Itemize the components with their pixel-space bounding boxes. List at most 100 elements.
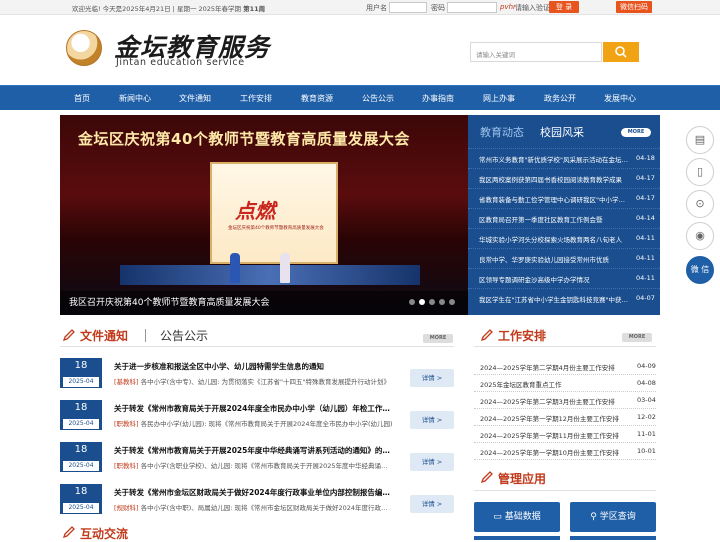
main-nav: 首页 新闻中心 文件通知 工作安排 教育资源 公告公示 办事指南 网上办事 政务… [0, 85, 720, 110]
list-item[interactable]: 我区学生在"江苏省中小学生金钥匙科技竞赛"中获佳绩 04-07 [468, 288, 660, 308]
docs-more-button[interactable]: MORE [423, 334, 453, 343]
banner-headline: 金坛区庆祝第40个教师节暨教育高质量发展大会 [78, 130, 410, 148]
detail-button[interactable]: 详情 > [410, 495, 454, 513]
nav-guide[interactable]: 办事指南 [416, 86, 460, 111]
date-badge: 18 2025-04 [60, 442, 102, 472]
nav-news[interactable]: 新闻中心 [113, 86, 157, 111]
pen-icon [62, 526, 75, 539]
nav-resources[interactable]: 教育资源 [295, 86, 339, 111]
wechat-scan-button[interactable]: 微信扫码 [616, 1, 652, 13]
banner-screen-subtitle: 金坛区庆祝第40个教师节暨教育高质量发展大会 [228, 226, 324, 231]
username-label: 用户名 [366, 4, 387, 12]
list-item[interactable]: 我区两校案例获第四届书香校园阅读教育教学成果 04-17 [468, 168, 660, 188]
mobile-icon[interactable]: ▯ [686, 158, 714, 186]
list-item[interactable]: 良常中学、华罗庚实验幼儿园接受常州市优质 04-11 [468, 248, 660, 268]
list-item[interactable]: 2024—2025学年第一学期12月份主要工作安排 12-02 [474, 409, 656, 426]
document-icon[interactable]: ▤ [686, 126, 714, 154]
nav-government[interactable]: 政务公开 [538, 86, 582, 111]
search-icon [615, 46, 627, 58]
doc-summary: [规财科] 各中小学(含中职)、局属幼儿园: 现将《常州市金坛区财政局关于做好2… [114, 504, 394, 512]
captcha-image[interactable]: pvhr [500, 3, 516, 11]
banner-carousel[interactable]: 金坛区庆祝第40个教师节暨教育高质量发展大会 点燃 金坛区庆祝第40个教师节暨教… [60, 115, 468, 315]
tab-divider [145, 329, 146, 342]
search-button[interactable] [603, 42, 639, 62]
doc-title[interactable]: 关于转发《常州市教育局关于开展2024年度全市民办中小学（幼儿园）年检工作的通知… [114, 403, 394, 414]
doc-summary: [基教科] 各中小学(含中专)、幼儿园: 为贯彻落实《江苏省"十四五"特殊教育发… [114, 378, 390, 386]
doc-title[interactable]: 关于转发《常州市教育局关于开展2025年度中华经典诵写讲系列活动的通知》的通知 [114, 445, 394, 456]
detail-button[interactable]: 详情 > [410, 369, 454, 387]
banner-host-left [230, 253, 240, 283]
tile-row-partial [474, 536, 560, 540]
list-item[interactable]: 2025年金坛区教育重点工作 04-08 [474, 375, 656, 392]
password-label: 密码 [431, 4, 445, 12]
doc-title[interactable]: 关于转发《常州市金坛区财政局关于做好2024年度行政事业单位内部控制报告编报工作… [114, 487, 394, 498]
list-item[interactable]: 2024—2025学年第一学期11月份主要工作安排 11-01 [474, 426, 656, 443]
carousel-dot[interactable] [439, 299, 445, 305]
list-item[interactable]: 区领导专题调研金沙高级中学办学情况 04-11 [468, 268, 660, 288]
nav-work[interactable]: 工作安排 [234, 86, 278, 111]
news-more-button[interactable]: MORE [621, 128, 651, 137]
logo-emblem-icon[interactable] [66, 30, 102, 66]
doc-title[interactable]: 关于进一步核准和报送全区中小学、幼儿园特需学生信息的通知 [114, 361, 394, 372]
banner-stage [120, 265, 420, 285]
pen-icon [480, 471, 493, 484]
basic-data-tile[interactable]: ▭ 基础数据 [474, 502, 560, 532]
password-input[interactable] [447, 2, 497, 13]
nav-notices[interactable]: 公告公示 [356, 86, 400, 111]
date-badge: 18 2025-04 [60, 358, 102, 388]
carousel-dot[interactable] [449, 299, 455, 305]
list-item[interactable]: 常州市义务教育"新优质学校"风采展示活动在金坛举行 04-18 [468, 148, 660, 168]
news-panel: 教育动态 校园风采 MORE 常州市义务教育"新优质学校"风采展示活动在金坛举行… [468, 115, 660, 315]
carousel-dot[interactable] [429, 299, 435, 305]
doc-summary: [职教科] 各中小学(含职业学校)、幼儿园: 现将《常州市教育局关于开展2025… [114, 462, 394, 470]
pen-icon [62, 329, 75, 342]
logo-subtitle: Jintan education service [116, 57, 245, 68]
login-button[interactable]: 登 录 [549, 1, 579, 13]
banner-caption[interactable]: 我区召开庆祝第40个教师节暨教育高质量发展大会 [69, 295, 269, 308]
tab-file-notices[interactable]: 文件通知 [80, 327, 128, 344]
school-district-label: 学区查询 [599, 512, 636, 522]
nav-development[interactable]: 发展中心 [598, 86, 642, 111]
nav-files[interactable]: 文件通知 [173, 86, 217, 111]
section-divider [474, 346, 656, 347]
tab-education-news[interactable]: 教育动态 [480, 124, 524, 140]
list-item[interactable]: 2024—2025学年第二学期3月份主要工作安排 03-04 [474, 392, 656, 409]
date-badge: 18 2025-04 [60, 400, 102, 430]
doc-summary: [职教科] 各民办中小学(幼儿园): 现将《常州市教育局关于开展2024年度全市… [114, 420, 393, 428]
carousel-dot[interactable] [409, 299, 415, 305]
tab-announcements[interactable]: 公告公示 [160, 327, 208, 344]
nav-home[interactable]: 首页 [60, 86, 104, 111]
banner-host-right [280, 253, 290, 283]
work-schedule-title[interactable]: 工作安排 [498, 327, 546, 344]
tab-campus[interactable]: 校园风采 [540, 124, 584, 140]
week-text: 第11周 [243, 5, 266, 13]
wechat-button[interactable]: 微 信 [686, 256, 714, 284]
banner-screen-title: 点燃 [235, 199, 275, 223]
carousel-dot-active[interactable] [419, 299, 425, 305]
detail-button[interactable]: 详情 > [410, 453, 454, 471]
search-input[interactable]: 请输入关键词 [470, 42, 602, 62]
list-item[interactable]: 华城实验小学河头分校探索火场教育两名八旬老人 04-11 [468, 228, 660, 248]
captcha-input[interactable]: 请输入验证 [515, 3, 550, 13]
nav-online[interactable]: 网上办事 [477, 86, 521, 111]
tile-row-partial [570, 536, 656, 540]
date-badge: 18 2025-04 [60, 484, 102, 514]
detail-button[interactable]: 详情 > [410, 411, 454, 429]
pen-icon [480, 329, 493, 342]
welcome-text: 欢迎光临! 今天是2025年4月21日 | 星期一 2025年春学期 第11周 [72, 5, 266, 13]
weibo-icon[interactable]: ◉ [686, 222, 714, 250]
username-input[interactable] [389, 2, 427, 13]
section-divider [474, 490, 656, 491]
management-apps-title[interactable]: 管理应用 [498, 470, 546, 487]
interaction-title[interactable]: 互动交流 [80, 525, 128, 542]
search-icon: ⚲ [590, 512, 597, 522]
work-more-button[interactable]: MORE [622, 333, 652, 342]
school-district-tile[interactable]: ⚲ 学区查询 [570, 502, 656, 532]
location-icon[interactable]: ⊙ [686, 190, 714, 218]
basic-data-label: 基础数据 [504, 512, 541, 522]
list-item[interactable]: 省教育装备与勤工俭学管理中心调研我区"中小学实验室建设"04-17 [468, 188, 660, 208]
list-item[interactable]: 区教育局召开第一季度社区教育工作例会暨 04-14 [468, 208, 660, 228]
monitor-icon: ▭ [493, 512, 502, 522]
list-item[interactable]: 2024—2025学年第二学期4月份主要工作安排 04-09 [474, 358, 656, 375]
list-item[interactable]: 2024—2025学年第一学期10月份主要工作安排 10-01 [474, 443, 656, 460]
